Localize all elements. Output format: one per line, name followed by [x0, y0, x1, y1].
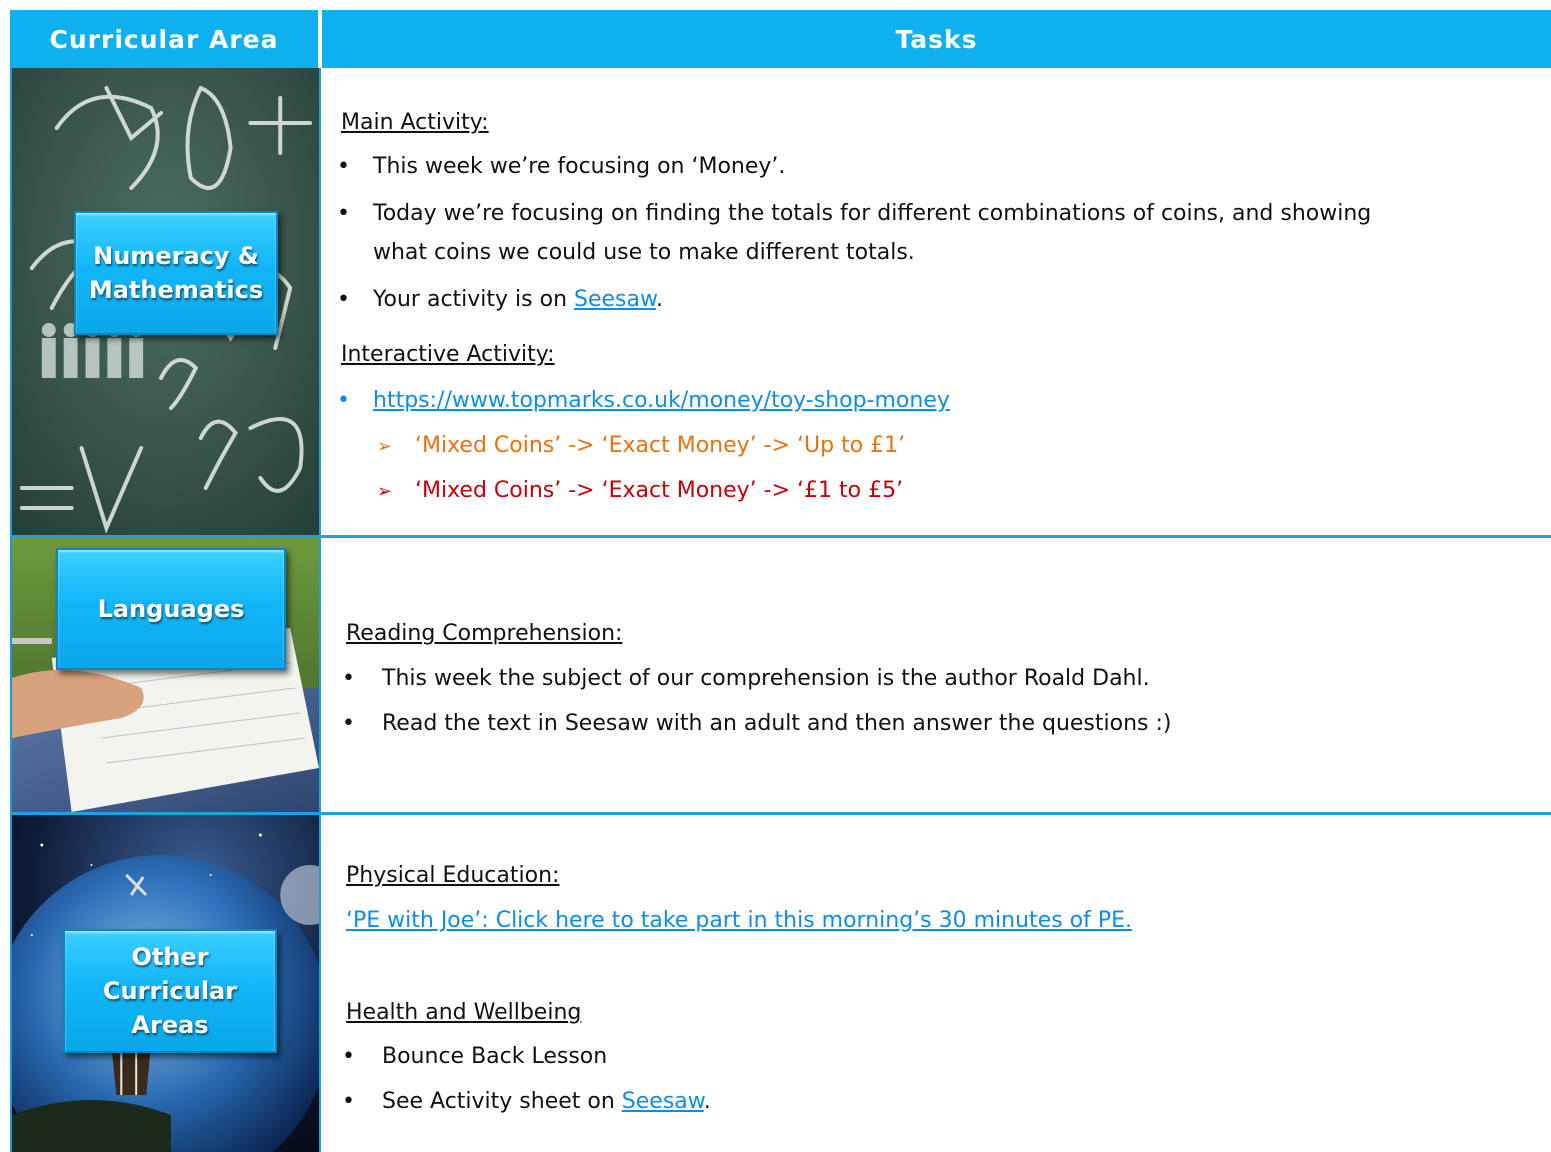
other-label-line2: Curricular	[102, 977, 238, 1005]
list-item: ➢ ‘Mixed Coins’ -> ‘Exact Money’ -> ‘Up …	[337, 426, 1537, 465]
maths-label-line2: Mathematics	[88, 276, 264, 304]
list-item: ➢ ‘Mixed Coins’ -> ‘Exact Money’ -> ‘£1 …	[337, 471, 1537, 510]
header-curricular-area: Curricular Area	[10, 10, 318, 68]
maths-chalkboard-image: Numeracy & Mathematics	[10, 68, 319, 535]
other-label-line1: Other	[131, 943, 209, 971]
maths-bullet-1: This week we’re focusing on ‘Money’.	[373, 154, 786, 179]
arrow-bullet-icon: ➢	[377, 436, 393, 457]
other-curricular-areas-label: Other Curricular Areas	[63, 929, 277, 1053]
list-item: • Read the text in Seesaw with an adult a…	[342, 704, 1542, 743]
maths-bullet-3-suffix: .	[655, 287, 663, 312]
list-item: • Today we’re focusing on finding the to…	[337, 194, 1537, 272]
maths-bullet-3-prefix: Your activity is on	[373, 287, 575, 312]
list-item: • This week the subject of our comprehens…	[342, 659, 1542, 698]
topmarks-link[interactable]: https://www.topmarks.co.uk/money/toy-sho…	[373, 381, 950, 420]
list-item: • See Activity sheet on Seesaw.	[342, 1082, 1542, 1121]
languages-label: Languages	[56, 548, 286, 670]
list-item: • This week we’re focusing on ‘Money’.	[337, 147, 1537, 186]
languages-label-text: Languages	[97, 595, 245, 623]
languages-bullet-1: This week the subject of our comprehensi…	[382, 666, 1150, 691]
maths-bullet-2-line1: Today we’re focusing on finding the tota…	[373, 201, 1372, 226]
arrow-bullet-icon: ➢	[377, 481, 393, 502]
list-item: • Bounce Back Lesson	[342, 1037, 1542, 1076]
other-curricular-space-image: Other Curricular Areas	[10, 815, 319, 1152]
maths-sub-2: ‘Mixed Coins’ -> ‘Exact Money’ -> ‘£1 to…	[415, 478, 904, 503]
health-wellbeing-heading: Health and Wellbeing	[346, 1000, 582, 1025]
maths-bullet-3: Your activity is on Seesaw.	[373, 280, 663, 319]
pe-with-joe-link[interactable]: ‘PE with Joe’: Click here to take part i…	[346, 908, 1132, 933]
maths-sub-1: ‘Mixed Coins’ -> ‘Exact Money’ -> ‘Up to…	[415, 433, 906, 458]
list-item: • Your activity is on Seesaw.	[337, 280, 1537, 319]
reading-comprehension-heading: Reading Comprehension:	[346, 621, 623, 646]
header-left-label: Curricular Area	[49, 24, 279, 54]
physical-education-heading: Physical Education:	[346, 863, 560, 888]
languages-bullet-2: Read the text in Seesaw with an adult an…	[382, 711, 1172, 736]
seesaw-link[interactable]: Seesaw	[574, 287, 656, 312]
list-item: • https://www.topmarks.co.uk/money/toy-s…	[337, 381, 1537, 420]
seesaw-link[interactable]: Seesaw	[622, 1089, 704, 1114]
interactive-activity-heading: Interactive Activity:	[341, 342, 555, 367]
header-tasks: Tasks	[322, 10, 1551, 68]
languages-reading-image: Languages	[10, 538, 319, 812]
header-right-label: Tasks	[895, 24, 978, 54]
main-activity-heading: Main Activity:	[341, 110, 489, 135]
other-bullet-1: Bounce Back Lesson	[382, 1044, 608, 1069]
maths-bullet-2-line2: what coins we could use to make differen…	[373, 240, 915, 265]
maths-label-line1: Numeracy &	[93, 242, 259, 270]
other-bullet-2-prefix: See Activity sheet on	[382, 1089, 622, 1114]
numeracy-mathematics-label: Numeracy & Mathematics	[74, 211, 278, 335]
other-bullet-2: See Activity sheet on Seesaw.	[382, 1082, 711, 1121]
other-label-line3: Areas	[131, 1011, 209, 1039]
other-bullet-2-suffix: .	[703, 1089, 711, 1114]
